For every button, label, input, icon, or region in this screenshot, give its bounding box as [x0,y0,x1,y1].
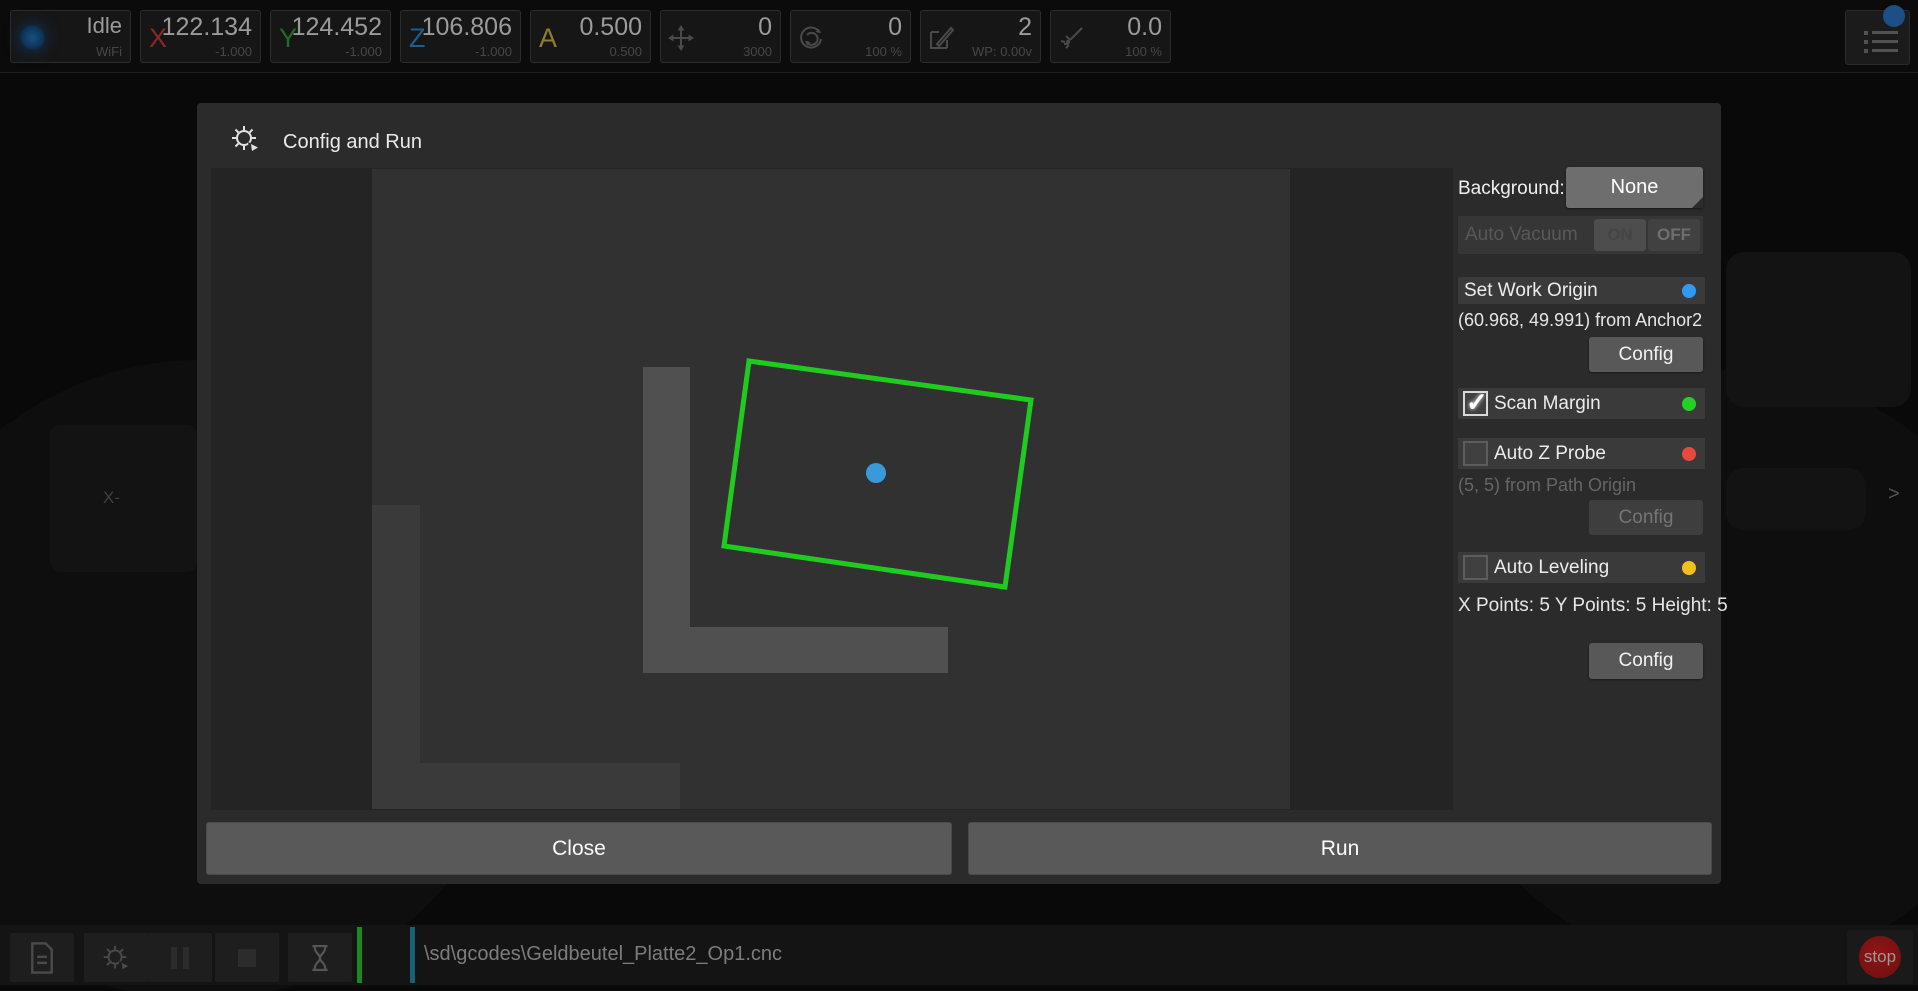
feed-rate-panel[interactable]: 0 3000 [660,10,781,63]
auto-z-probe-row: Auto Z Probe [1458,438,1705,469]
axis-y-value: 124.452 [292,13,382,42]
connection-status-icon [19,24,46,51]
spinner-fold-corner [1692,197,1703,208]
progress-marker-blue [410,927,415,983]
laser-subvalue: 100 % [1125,44,1162,59]
scan-margin-status-dot [1682,397,1696,411]
emergency-stop-label: stop [1864,947,1896,967]
pause-icon [167,944,193,972]
machine-state: Idle [87,13,122,39]
auto-z-probe-config-button: Config [1589,500,1703,535]
checkmark-icon: ✓ [1466,387,1488,418]
work-origin-dot [866,463,886,483]
auto-leveling-status-dot [1682,561,1696,575]
axis-a-value: 0.500 [579,13,642,42]
axis-z-panel[interactable]: Z 106.806 -1.000 [400,10,521,63]
run-button[interactable]: Run [968,822,1712,875]
tool-panel[interactable]: 2 WP: 0.00v [920,10,1041,63]
background-panel-right-top [1726,252,1911,407]
auto-z-probe-detail: (5, 5) from Path Origin [1458,475,1636,496]
gear-play-icon-small [100,942,132,974]
bottom-control-bar: \sd\gcodes\Geldbeutel_Platte2_Op1.cnc st… [0,925,1918,985]
spindle-icon [797,24,825,52]
laser-panel[interactable]: 0.0 100 % [1050,10,1171,63]
laser-icon [1057,24,1085,52]
work-origin-status-dot [1682,284,1696,298]
spindle-subvalue: 100 % [865,44,902,59]
axis-x-panel[interactable]: X 122.134 -1.000 [140,10,261,63]
axis-z-value: 106.806 [422,13,512,42]
config-and-run-dialog: Config and Run Background: None Auto Vac… [197,103,1721,884]
axis-y-subvalue: -1.000 [345,44,382,59]
config-run-button[interactable] [84,933,148,982]
dialog-title: Config and Run [283,131,422,154]
vacuum-on-button[interactable]: ON [1594,219,1646,251]
workpiece-tool-icon [927,24,955,52]
scan-margin-outline [372,169,1290,809]
axis-a-panel[interactable]: A 0.500 0.500 [530,10,651,63]
screen: X- > Idle WiFi X 122.134 -1.000 Y 124.45… [0,0,1918,991]
auto-leveling-row: Auto Leveling [1458,552,1705,583]
machine-status-panel[interactable]: Idle WiFi [10,10,131,63]
background-jog-button [50,425,197,572]
axis-x-subvalue: -1.000 [215,44,252,59]
top-status-bar: Idle WiFi X 122.134 -1.000 Y 124.452 -1.… [0,0,1918,73]
axis-a-subvalue: 0.500 [609,44,642,59]
background-selector[interactable]: None [1566,167,1703,208]
main-menu-button[interactable] [1845,10,1910,65]
auto-vacuum-row: Auto Vacuum ON OFF [1458,216,1703,254]
auto-z-probe-label: Auto Z Probe [1494,443,1606,465]
scan-margin-row: ✓ Scan Margin [1458,388,1705,419]
axis-z-subvalue: -1.000 [475,44,512,59]
work-origin-detail: (60.968, 49.991) from Anchor2 [1458,310,1702,331]
axis-x-value: 122.134 [162,13,252,42]
auto-vacuum-label: Auto Vacuum [1465,224,1578,246]
scan-margin-checkbox[interactable]: ✓ [1463,391,1488,416]
vacuum-off-button[interactable]: OFF [1648,219,1700,251]
tool-subvalue: WP: 0.00v [972,44,1032,59]
hourglass-icon [307,942,333,974]
auto-leveling-detail: X Points: 5 Y Points: 5 Height: 5 [1458,595,1728,617]
work-origin-label: Set Work Origin [1464,280,1598,302]
background-label: Background: [1458,178,1565,200]
auto-leveling-config-button[interactable]: Config [1589,643,1703,679]
menu-notification-dot [1883,5,1905,27]
tool-value: 2 [1018,13,1032,42]
background-value: None [1611,176,1659,199]
axis-y-panel[interactable]: Y 124.452 -1.000 [270,10,391,63]
spindle-value: 0 [888,13,902,42]
emergency-stop-circle: stop [1859,936,1901,978]
pause-button [148,933,212,982]
feed-rate-subvalue: 3000 [743,44,772,59]
axis-a-letter: A [539,23,557,54]
jog-x-minus-label: X- [103,488,120,508]
scan-margin-label: Scan Margin [1494,393,1601,415]
feed-rate-value: 0 [758,13,772,42]
work-origin-header: Set Work Origin [1458,277,1705,304]
stop-square-icon [234,945,260,971]
file-button[interactable] [10,933,74,982]
close-button[interactable]: Close [206,822,952,875]
file-icon [27,941,57,975]
laser-value: 0.0 [1127,13,1162,42]
machine-bed [372,169,1290,809]
connection-type: WiFi [96,44,122,59]
move-speed-icon [667,24,695,52]
auto-z-probe-status-dot [1682,447,1696,461]
job-timer-button[interactable] [288,933,352,982]
progress-marker-green [357,927,362,983]
expand-panel-arrow: > [1888,483,1900,506]
emergency-stop-button[interactable]: stop [1847,930,1913,984]
auto-z-probe-checkbox[interactable] [1463,441,1488,466]
background-panel-right-mid [1726,468,1866,530]
auto-leveling-label: Auto Leveling [1494,557,1609,579]
auto-leveling-checkbox[interactable] [1463,555,1488,580]
stop-job-button [215,933,279,982]
spindle-panel[interactable]: 0 100 % [790,10,911,63]
gear-play-icon [228,122,262,156]
loaded-file-path: \sd\gcodes\Geldbeutel_Platte2_Op1.cnc [424,943,782,966]
job-preview-canvas[interactable] [211,168,1453,810]
work-origin-config-button[interactable]: Config [1589,337,1703,372]
